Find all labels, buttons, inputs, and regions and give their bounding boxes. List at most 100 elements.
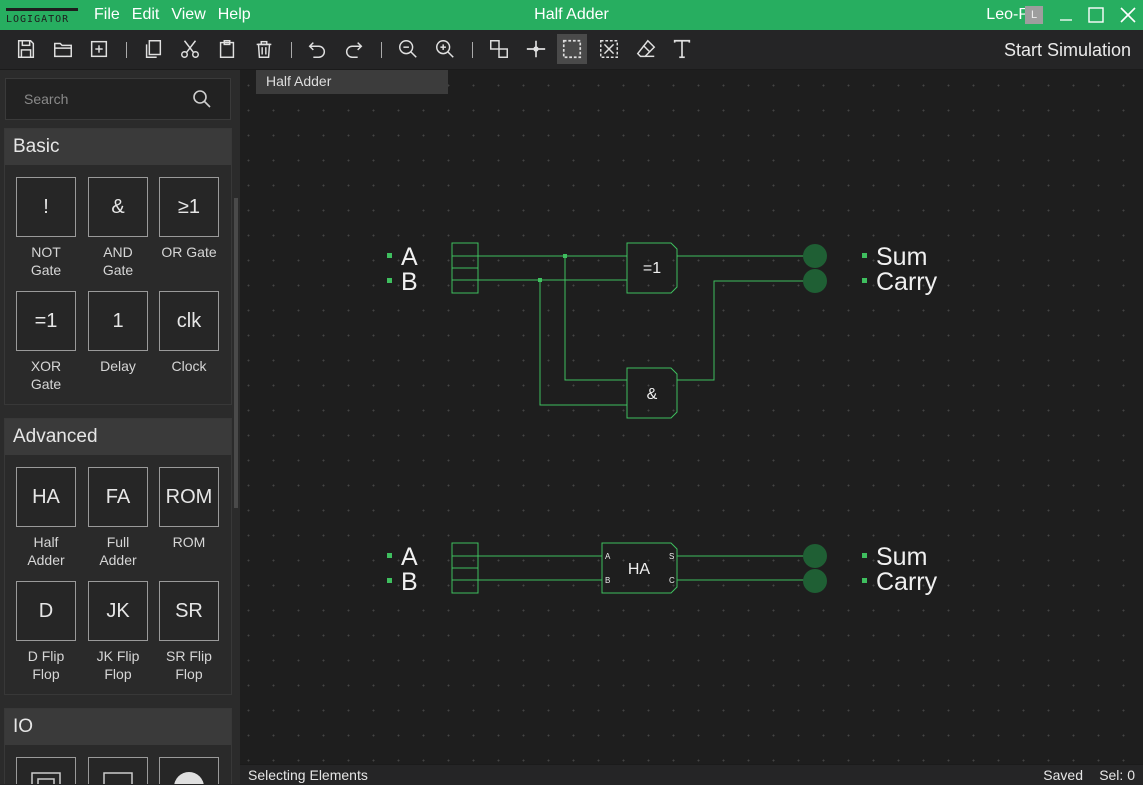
cut-select-button[interactable]: [594, 34, 624, 64]
wire-junction: [538, 278, 542, 282]
menu-help[interactable]: Help: [212, 0, 257, 30]
input-label-a: A: [401, 543, 418, 571]
element-io-button[interactable]: [88, 757, 150, 784]
input-connector: [451, 242, 479, 294]
zoom-in-button[interactable]: [430, 34, 460, 64]
element-io-input[interactable]: [16, 757, 78, 784]
led-icon: [174, 772, 204, 784]
wire: [539, 280, 627, 406]
app-logo: LOGIGATOR: [6, 6, 78, 25]
element-or-gate[interactable]: ≥1 OR Gate: [159, 177, 221, 261]
element-symbol: SR: [159, 581, 219, 641]
paste-button[interactable]: [212, 34, 242, 64]
components-sidebar: Basic ! NOT Gate & AND Gate ≥1 OR Gate =…: [0, 70, 240, 784]
search-box: [5, 78, 231, 120]
text-icon: [673, 39, 691, 59]
pin-marker: [387, 553, 392, 558]
toolbar: Start Simulation: [0, 30, 1143, 70]
zoom-in-icon: [436, 40, 454, 58]
toolbar-separator: [291, 42, 292, 58]
element-sr-flip-flop[interactable]: SR SR Flip Flop: [159, 581, 221, 683]
open-button[interactable]: [48, 34, 78, 64]
pin-marker: [387, 278, 392, 283]
start-simulation-button[interactable]: Start Simulation: [1004, 30, 1131, 70]
element-label: Delay: [100, 358, 136, 374]
wire-button[interactable]: [521, 34, 551, 64]
undo-button[interactable]: [302, 34, 332, 64]
element-symbol: ROM: [159, 467, 219, 527]
element-delay[interactable]: 1 Delay: [88, 291, 150, 375]
user-avatar[interactable]: L: [1025, 6, 1043, 24]
zoom-out-icon: [399, 40, 417, 58]
minimize-button[interactable]: [1051, 0, 1081, 30]
new-project-button[interactable]: [84, 34, 114, 64]
led-carry: [803, 269, 827, 293]
ha-pin-a: A: [605, 552, 611, 561]
switch-icon: [31, 772, 61, 784]
maximize-button[interactable]: [1081, 0, 1111, 30]
minimize-icon: [1060, 19, 1072, 21]
eraser-button[interactable]: [631, 34, 661, 64]
status-bar: Selecting Elements Saved Sel: 0: [240, 764, 1143, 784]
element-symbol: clk: [159, 291, 219, 351]
paste-icon: [219, 40, 235, 58]
wire-icon: [526, 40, 546, 58]
element-not-gate[interactable]: ! NOT Gate: [16, 177, 78, 279]
search-input[interactable]: [6, 79, 186, 119]
place-component-button[interactable]: [484, 34, 514, 64]
led-sum: [803, 244, 827, 268]
element-full-adder[interactable]: FA Full Adder: [88, 467, 150, 569]
element-label: JK Flip Flop: [96, 648, 140, 682]
zoom-out-button[interactable]: [393, 34, 423, 64]
element-symbol: =1: [16, 291, 76, 351]
circuit-canvas[interactable]: Half Adder A B Sum Carry =1 & A B Sum Ca…: [240, 70, 1143, 764]
led-carry: [803, 569, 827, 593]
element-label: Clock: [171, 358, 207, 374]
sidebar-scrollbar[interactable]: [234, 198, 238, 508]
close-button[interactable]: [1113, 0, 1143, 30]
output-label-carry: Carry: [876, 268, 938, 296]
element-label: OR Gate: [161, 244, 217, 260]
save-button[interactable]: [11, 34, 41, 64]
text-button[interactable]: [667, 34, 697, 64]
button-icon: [103, 772, 133, 784]
close-icon: [1120, 7, 1136, 23]
search-icon[interactable]: [192, 89, 212, 109]
element-symbol: [16, 757, 76, 784]
element-xor-gate[interactable]: =1 XOR Gate: [16, 291, 78, 393]
status-saved: Saved: [1043, 767, 1083, 783]
status-mode: Selecting Elements: [248, 767, 368, 783]
element-and-gate[interactable]: & AND Gate: [88, 177, 150, 279]
circuit-drawing[interactable]: A B Sum Carry =1 & A B Sum Carry HA A B …: [240, 70, 1143, 764]
pin-marker: [862, 278, 867, 283]
element-symbol: 1: [88, 291, 148, 351]
delete-button[interactable]: [249, 34, 279, 64]
element-half-adder[interactable]: HA Half Adder: [16, 467, 78, 569]
half-adder-symbol: HA: [628, 561, 651, 578]
title-bar: LOGIGATOR File Edit View Help Half Adder…: [0, 0, 1143, 30]
copy-button[interactable]: [138, 34, 168, 64]
element-label: Half Adder: [27, 534, 65, 568]
user-name[interactable]: Leo-P: [986, 0, 1029, 30]
cut-button[interactable]: [175, 34, 205, 64]
menu-file[interactable]: File: [88, 0, 126, 30]
pin-marker: [387, 253, 392, 258]
element-io-led[interactable]: [159, 757, 221, 784]
copy-icon: [145, 40, 162, 58]
element-label: SR Flip Flop: [166, 648, 212, 682]
redo-button[interactable]: [339, 34, 369, 64]
element-jk-flip-flop[interactable]: JK JK Flip Flop: [88, 581, 150, 683]
element-label: ROM: [172, 534, 206, 550]
menu-view[interactable]: View: [165, 0, 211, 30]
element-d-flip-flop[interactable]: D D Flip Flop: [16, 581, 78, 683]
element-rom[interactable]: ROM ROM: [159, 467, 221, 551]
save-icon: [17, 40, 35, 58]
select-button[interactable]: [557, 34, 587, 64]
toolbar-separator: [126, 42, 127, 58]
pin-marker: [862, 578, 867, 583]
element-label: XOR Gate: [30, 358, 62, 392]
pin-marker: [862, 253, 867, 258]
element-clock[interactable]: clk Clock: [159, 291, 221, 375]
menu-edit[interactable]: Edit: [126, 0, 166, 30]
wire: [564, 256, 627, 381]
